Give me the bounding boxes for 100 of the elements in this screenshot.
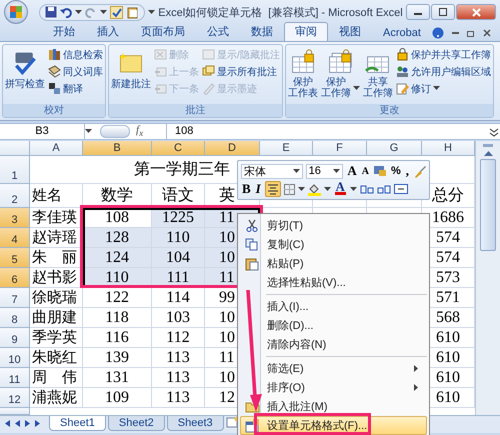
font-color-button[interactable]: A bbox=[334, 181, 347, 197]
row-header[interactable] bbox=[0, 408, 30, 415]
comma-button[interactable]: , bbox=[404, 163, 410, 179]
save-icon bbox=[45, 6, 57, 18]
sheet-tab[interactable]: Sheet2 bbox=[108, 416, 165, 431]
restore-icon bbox=[466, 28, 475, 36]
formula-field[interactable]: 108 bbox=[166, 124, 488, 139]
row-header[interactable]: 2 bbox=[0, 184, 30, 208]
vertical-scrollbar[interactable] bbox=[475, 141, 500, 415]
align-center-button[interactable] bbox=[264, 181, 281, 197]
table-cell: 姓名 bbox=[30, 184, 83, 208]
ribbon-tab[interactable]: 数据 bbox=[240, 22, 284, 41]
ribbon-button[interactable]: 同义词库 bbox=[47, 64, 104, 79]
ribbon-button[interactable]: 允许用户编辑区域 bbox=[394, 64, 492, 79]
table-cell: 赵诗瑶 bbox=[30, 228, 83, 248]
name-box[interactable]: B3 bbox=[0, 124, 85, 139]
note-delete-icon bbox=[154, 48, 167, 61]
row-header[interactable]: 1 bbox=[0, 156, 30, 184]
percent-button[interactable]: % bbox=[390, 163, 402, 179]
caret-icon bbox=[292, 168, 300, 174]
select-all-corner[interactable] bbox=[0, 141, 30, 156]
column-header[interactable]: F bbox=[313, 141, 367, 156]
translate-icon bbox=[48, 82, 61, 95]
table-cell: 徐晓瑞 bbox=[30, 288, 83, 308]
row-header[interactable]: 5 bbox=[0, 248, 30, 268]
font-size-field[interactable]: 16 bbox=[306, 164, 344, 178]
lock-icon bbox=[396, 48, 409, 61]
row-header[interactable]: 4 bbox=[0, 228, 30, 248]
column-header[interactable]: C bbox=[152, 141, 205, 156]
expand-handle[interactable] bbox=[100, 125, 130, 138]
ribbon-button[interactable]: 翻译 bbox=[47, 81, 104, 96]
ribbon-button[interactable]: 保护并共享工作簿 bbox=[394, 47, 492, 62]
office-button[interactable] bbox=[4, 0, 28, 24]
table-cell: 季学英 bbox=[30, 328, 83, 348]
ribbon-tab[interactable]: 页面布局 bbox=[130, 22, 196, 41]
ribbon-tab[interactable]: 审阅 bbox=[284, 22, 328, 41]
spellcheck-icon bbox=[110, 6, 123, 18]
ribbon-button[interactable]: 共享 工作簿 bbox=[362, 47, 394, 100]
close-button[interactable] bbox=[456, 4, 496, 20]
ribbon-button[interactable]: 保护 工作簿 bbox=[320, 47, 361, 100]
table-cell: 109 bbox=[83, 388, 152, 408]
column-header[interactable]: E bbox=[260, 141, 313, 156]
column-header[interactable]: B bbox=[83, 141, 152, 156]
fill-color-icon bbox=[308, 182, 321, 196]
clipboard-icon bbox=[245, 256, 259, 270]
column-header[interactable]: D bbox=[205, 141, 260, 156]
table-cell: 语文 bbox=[152, 184, 205, 208]
table-cell: 131 bbox=[83, 368, 152, 388]
font-field[interactable]: 宋体 bbox=[241, 164, 303, 178]
undo-icon bbox=[60, 6, 72, 18]
group-label: 更改 bbox=[286, 104, 493, 117]
column-header[interactable]: H bbox=[422, 141, 475, 156]
table-cell: 103 bbox=[152, 308, 205, 328]
row-header[interactable]: 6 bbox=[0, 268, 30, 288]
table-cell: 113 bbox=[152, 388, 205, 408]
caret-icon bbox=[75, 10, 82, 14]
row-header[interactable]: 12 bbox=[0, 388, 30, 408]
dropdown-caret-icon bbox=[85, 129, 92, 134]
expand-icon bbox=[488, 126, 500, 138]
ribbon-button[interactable]: 新建批注 bbox=[110, 47, 152, 91]
table-cell: 赵书影 bbox=[30, 268, 83, 288]
shrink-font-button[interactable]: A bbox=[360, 163, 370, 179]
ribbon-tab[interactable]: 视图 bbox=[328, 22, 372, 41]
sheet-tab[interactable]: Sheet3 bbox=[166, 416, 224, 431]
ribbon-tab[interactable]: 公式 bbox=[196, 22, 240, 41]
caret-icon bbox=[324, 186, 331, 192]
ribbon-button[interactable]: 信息检索 bbox=[47, 47, 104, 62]
row-header[interactable]: 10 bbox=[0, 348, 30, 368]
sheet-tab[interactable]: Sheet1 bbox=[49, 416, 106, 431]
ribbon-tab[interactable]: 插入 bbox=[86, 22, 130, 41]
row-header[interactable]: 7 bbox=[0, 288, 30, 308]
ribbon-button[interactable]: 拼写检查 bbox=[4, 47, 46, 91]
grow-font-button[interactable]: A bbox=[346, 163, 358, 179]
ribbon-button[interactable]: 显示所有批注 bbox=[201, 64, 281, 79]
caret-icon bbox=[350, 186, 357, 192]
books-icon bbox=[48, 48, 61, 61]
row-header[interactable]: 3 bbox=[0, 208, 30, 228]
italic-button[interactable]: I bbox=[254, 181, 262, 197]
book-icon bbox=[48, 65, 61, 78]
ribbon-button[interactable]: 修订 bbox=[394, 81, 492, 96]
clipboard-icon bbox=[126, 6, 139, 18]
maximize-button[interactable] bbox=[431, 4, 455, 20]
bold-button[interactable]: B bbox=[241, 181, 252, 197]
scrollbar-thumb[interactable] bbox=[480, 159, 496, 251]
table-cell: 李佳瑛 bbox=[30, 208, 83, 228]
column-header[interactable]: G bbox=[367, 141, 422, 156]
ribbon-button[interactable]: 保护 工作表 bbox=[286, 47, 319, 100]
button-label: 保护 工作表 bbox=[288, 77, 318, 99]
ribbon-tab[interactable]: Acrobat bbox=[372, 25, 432, 41]
column-header[interactable]: A bbox=[30, 141, 83, 156]
table-cell: 104 bbox=[152, 248, 205, 268]
insert-function-button[interactable]: f$_{x}$ bbox=[136, 124, 166, 139]
minimize-button[interactable] bbox=[406, 4, 430, 20]
table-cell: 128 bbox=[83, 228, 152, 248]
ribbon-tab[interactable]: 开始 bbox=[42, 22, 86, 41]
maximize-icon bbox=[439, 8, 447, 16]
row-header[interactable]: 11 bbox=[0, 368, 30, 388]
sheet-lock-icon bbox=[290, 48, 316, 76]
row-header[interactable]: 8 bbox=[0, 308, 30, 328]
row-header[interactable]: 9 bbox=[0, 328, 30, 348]
